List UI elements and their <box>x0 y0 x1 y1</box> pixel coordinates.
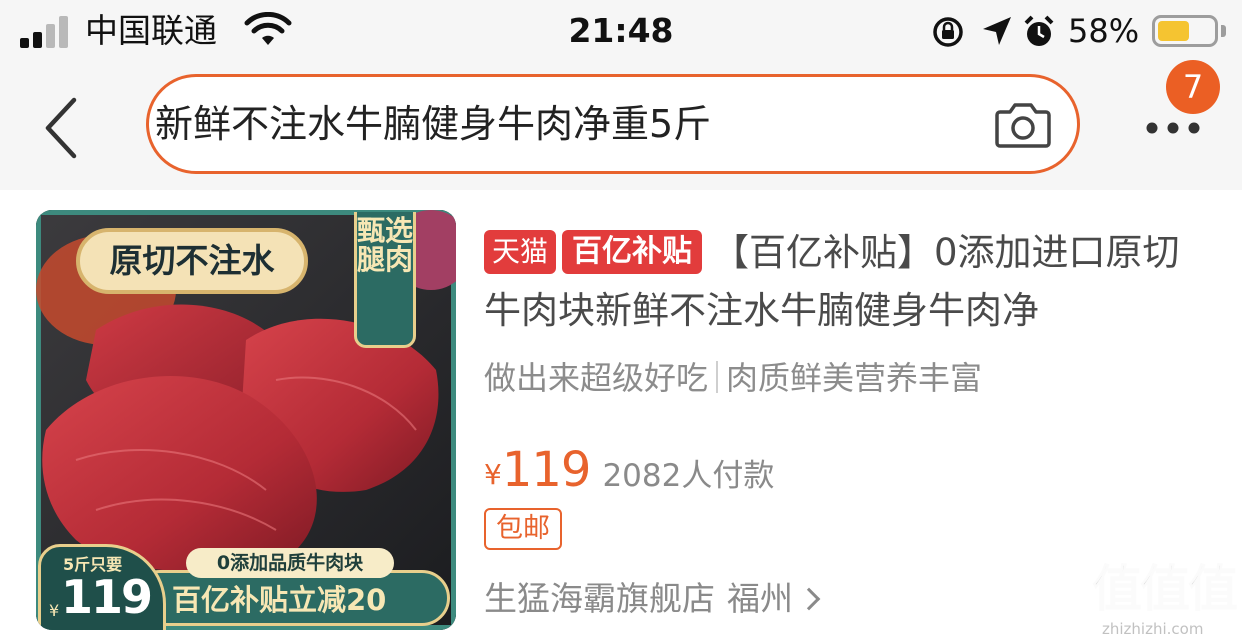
shop-link[interactable]: 生猛海霸旗舰店 福州 <box>484 576 821 622</box>
camera-icon[interactable] <box>995 99 1051 149</box>
shop-location: 福州 <box>727 579 793 618</box>
subtitle-left: 做出来超级好吃 <box>484 359 709 397</box>
battery-tip <box>1221 25 1226 37</box>
promo-main-label: 百亿补贴立减20 <box>172 583 387 617</box>
back-button[interactable] <box>40 96 80 160</box>
price-currency: ¥ <box>484 458 502 491</box>
watermark-url: zhizhizhi.com <box>1102 620 1204 638</box>
chevron-right-icon <box>797 587 821 611</box>
battery-icon <box>1152 15 1218 47</box>
shop-name: 生猛海霸旗舰店 <box>484 579 715 618</box>
search-query-text: 新鲜不注水牛腩健身牛肉净重5斤 <box>155 102 712 146</box>
watermark-logo: 值值值 <box>1091 559 1239 619</box>
product-title[interactable]: 天猫 百亿补贴 【百亿补贴】0添加进口原切牛肉块新鲜不注水牛腩健身牛肉净 <box>484 224 1214 344</box>
product-image[interactable]: 原切不注水 甄选腿肉 0添加品质牛肉块 百亿补贴立减20 5斤只要 ¥ 119 <box>36 210 456 630</box>
subsidy-tag: 百亿补贴 <box>562 230 703 274</box>
sales-count: 2082人付款 <box>602 458 775 494</box>
image-price-value: 119 <box>61 570 153 624</box>
subtitle-divider <box>716 361 719 393</box>
price-row: ¥119 2082人付款 <box>484 442 774 498</box>
product-subtitle: 做出来超级好吃 肉质鲜美营养丰富 <box>484 356 982 400</box>
tmall-tag: 天猫 <box>484 230 557 274</box>
free-shipping-badge: 包邮 <box>484 508 562 550</box>
search-input[interactable]: 新鲜不注水牛腩健身牛肉净重5斤 <box>146 74 1080 174</box>
status-bar: 中国联通 21:48 58% <box>0 0 1242 66</box>
image-tag-label: 原切不注水 <box>76 228 308 294</box>
search-header: 新鲜不注水牛腩健身牛肉净重5斤 7 <box>0 60 1242 190</box>
image-vertical-label: 甄选腿肉 <box>354 212 416 348</box>
orientation-lock-icon <box>933 17 963 47</box>
location-arrow-icon <box>983 17 1011 45</box>
notification-badge: 7 <box>1166 60 1220 114</box>
image-price-badge: 5斤只要 ¥ 119 <box>38 544 166 630</box>
subtitle-right: 肉质鲜美营养丰富 <box>726 359 983 397</box>
image-price-currency: ¥ <box>49 601 60 620</box>
product-card[interactable]: 原切不注水 甄选腿肉 0添加品质牛肉块 百亿补贴立减20 5斤只要 ¥ 119 … <box>0 190 1242 643</box>
image-promo-banner: 0添加品质牛肉块 百亿补贴立减20 5斤只要 ¥ 119 <box>36 542 456 630</box>
promo-sub-label: 0添加品质牛肉块 <box>186 548 394 578</box>
watermark: 值值值 zhizhizhi.com <box>1091 559 1240 640</box>
battery-percent: 58% <box>1068 12 1140 50</box>
price-value: 119 <box>501 442 592 498</box>
alarm-icon <box>1024 15 1054 46</box>
